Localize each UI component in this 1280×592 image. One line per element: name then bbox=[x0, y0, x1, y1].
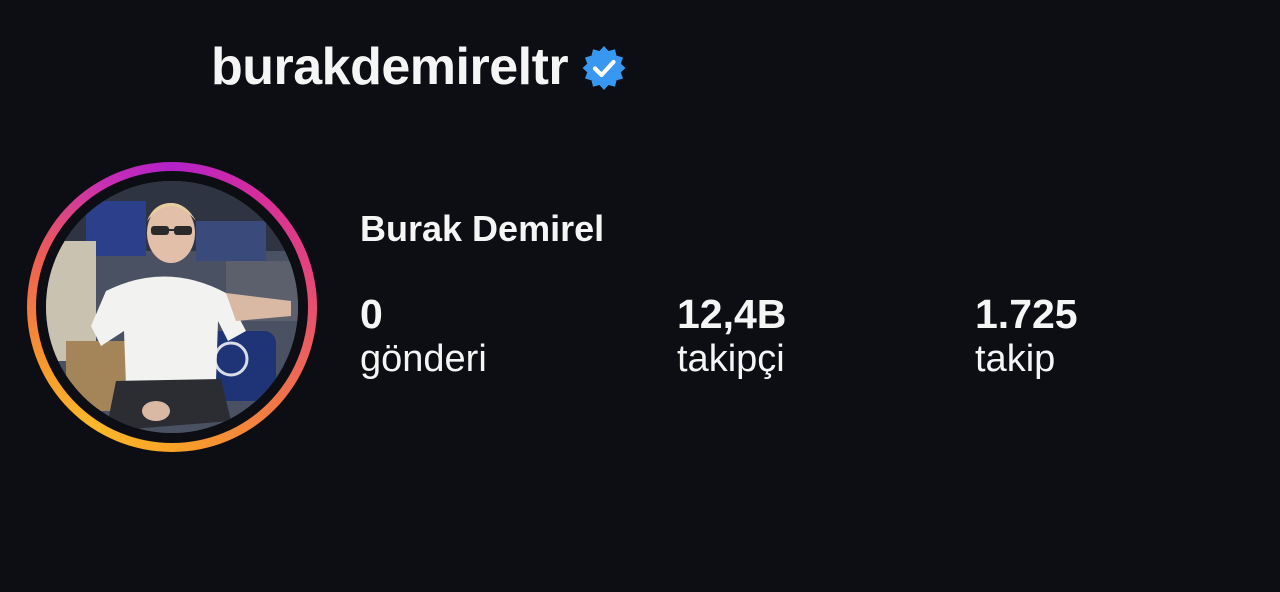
posts-stat[interactable]: 0 gönderi bbox=[360, 291, 487, 381]
posts-count: 0 bbox=[360, 291, 383, 337]
following-stat[interactable]: 1.725 takip bbox=[975, 291, 1078, 381]
followers-label: takipçi bbox=[677, 338, 785, 381]
verified-badge-icon bbox=[580, 44, 628, 92]
avatar[interactable] bbox=[46, 181, 298, 433]
story-ring[interactable] bbox=[27, 162, 317, 452]
posts-label: gönderi bbox=[360, 338, 487, 381]
avatar-border bbox=[36, 171, 308, 443]
followers-stat[interactable]: 12,4B takipçi bbox=[677, 291, 787, 381]
following-label: takip bbox=[975, 338, 1056, 381]
full-name: Burak Demirel bbox=[360, 208, 605, 249]
followers-count: 12,4B bbox=[677, 291, 787, 337]
following-count: 1.725 bbox=[975, 291, 1078, 337]
username[interactable]: burakdemireltr bbox=[211, 41, 569, 93]
profile-header: burakdemireltr bbox=[211, 36, 628, 98]
